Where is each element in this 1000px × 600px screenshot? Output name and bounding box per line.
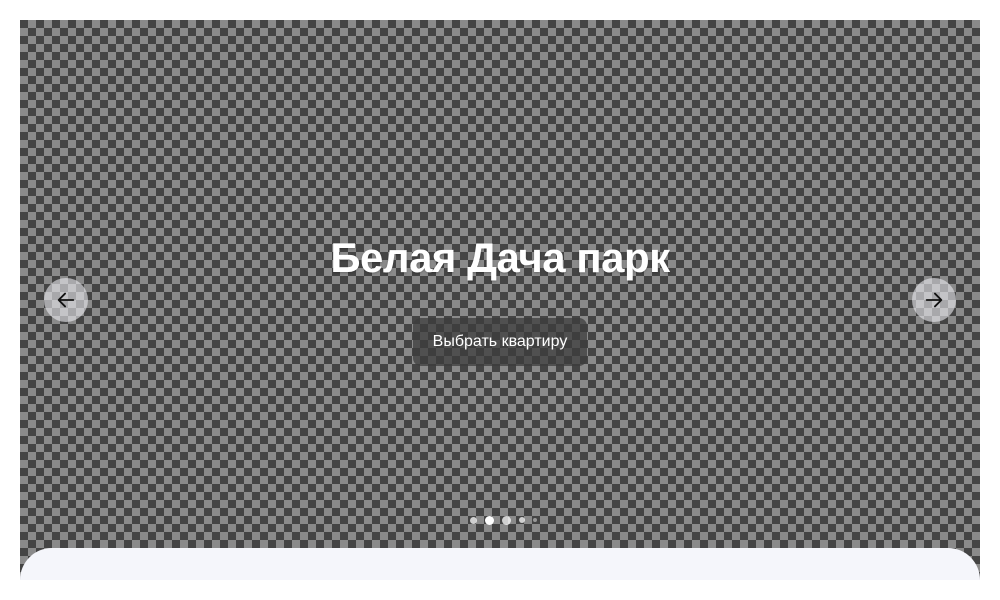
arrow-left-icon: [57, 292, 75, 308]
pagination-dot[interactable]: [502, 515, 511, 525]
slide-title: Белая Дача парк: [330, 234, 670, 281]
pagination-dot-active[interactable]: [485, 515, 494, 525]
pagination-dot[interactable]: [519, 517, 525, 523]
next-slide-button[interactable]: [912, 278, 956, 322]
content-panel: [20, 548, 980, 580]
choose-apartment-button[interactable]: Выбрать квартиру: [413, 318, 587, 366]
prev-slide-button[interactable]: [44, 278, 88, 322]
arrow-right-icon: [925, 292, 943, 308]
slide-pagination: [470, 515, 542, 525]
pagination-dot[interactable]: [533, 518, 537, 522]
pagination-dot[interactable]: [470, 516, 477, 524]
hero-slider: Белая Дача парк Выбрать квартиру: [20, 20, 980, 580]
